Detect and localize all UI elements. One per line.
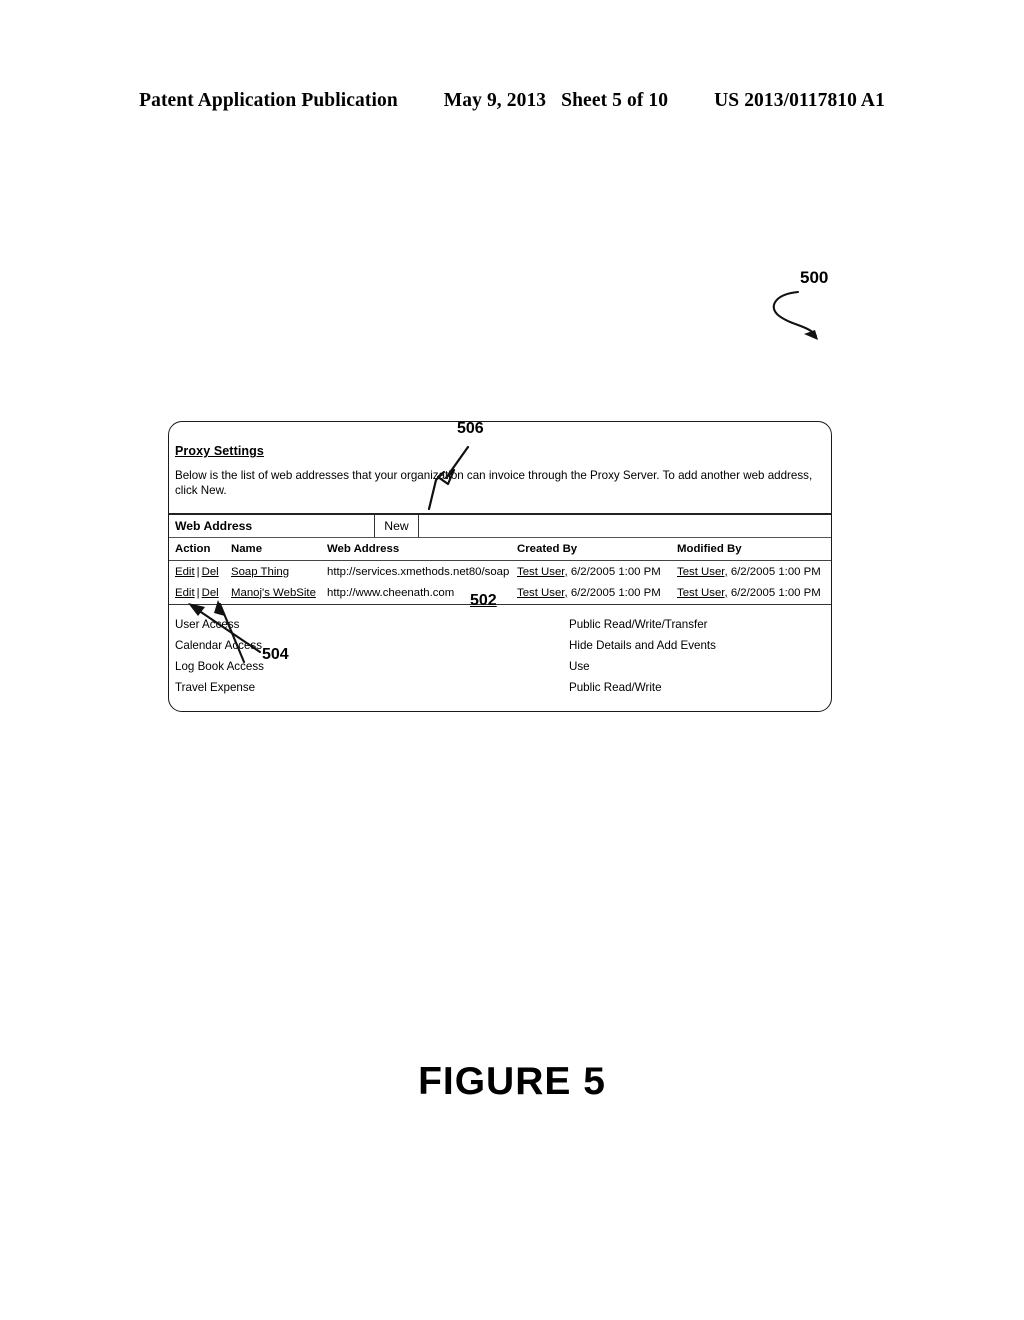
reference-numeral-502-label: 502 xyxy=(470,592,497,609)
reference-leader-line-506-icon xyxy=(427,445,470,511)
delete-link[interactable]: Del xyxy=(202,566,219,578)
created-by-date: 6/2/2005 1:00 PM xyxy=(570,565,661,578)
modified-by-user-link[interactable]: Test User, xyxy=(677,587,728,599)
column-header-created-by: Created By xyxy=(517,543,578,555)
permission-value: Public Read/Write/Transfer xyxy=(569,618,708,631)
patent-number: US 2013/0117810 A1 xyxy=(714,90,885,111)
list-item: Travel Expense Public Read/Write xyxy=(169,677,831,698)
modified-by-date: 6/2/2005 1:00 PM xyxy=(730,565,821,578)
reference-callout-500: 500 xyxy=(752,268,892,358)
modified-by-user-link[interactable]: Test User, xyxy=(677,566,728,578)
patent-header: Patent Application Publication May 9, 20… xyxy=(0,86,1024,116)
column-header-name: Name xyxy=(231,543,263,555)
table-row: Edit | Del Soap Thing http://services.xmet… xyxy=(169,561,831,582)
created-by-date: 6/2/2005 1:00 PM xyxy=(570,586,661,599)
reference-callout-504: 504 xyxy=(174,590,304,675)
figure-caption: FIGURE 5 xyxy=(418,1060,606,1103)
created-by-user-link[interactable]: Test User, xyxy=(517,566,568,578)
dialog-title: Proxy Settings xyxy=(175,444,264,458)
row-name-cell: Soap Thing xyxy=(231,566,327,578)
sheet-number: Sheet 5 of 10 xyxy=(561,90,669,111)
column-header-action: Action xyxy=(175,543,211,555)
permission-value: Use xyxy=(569,660,590,673)
reference-leader-line-500-icon xyxy=(772,290,818,340)
reference-callout-506: 506 xyxy=(424,420,534,530)
entry-name-link[interactable]: Soap Thing xyxy=(231,566,289,578)
row-created-by-cell: Test User, 6/2/2005 1:00 PM xyxy=(517,587,677,599)
column-header-web-address: Web Address xyxy=(327,543,400,555)
edit-link[interactable]: Edit xyxy=(175,566,195,578)
reference-leader-lines-504-icon xyxy=(188,600,262,664)
row-modified-by-cell: Test User, 6/2/2005 1:00 PM xyxy=(677,565,831,578)
permission-value: Public Read/Write xyxy=(569,681,662,694)
publication-date: May 9, 2013 xyxy=(443,90,547,111)
modified-by-date: 6/2/2005 1:00 PM xyxy=(730,586,821,599)
column-header-modified-by: Modified By xyxy=(677,543,742,555)
row-created-by-cell: Test User, 6/2/2005 1:00 PM xyxy=(517,566,677,578)
new-button[interactable]: New xyxy=(375,515,419,537)
publication-label: Patent Application Publication xyxy=(139,90,398,111)
row-modified-by-cell: Test User, 6/2/2005 1:00 PM xyxy=(677,586,831,599)
row-web-address-cell: http://services.xmethods.net80/soap xyxy=(327,565,510,578)
permission-name: Travel Expense xyxy=(175,681,256,694)
action-separator: | xyxy=(196,565,200,578)
row-action-cell: Edit | Del xyxy=(169,566,231,578)
toolbar-section-label: Web Address xyxy=(169,515,375,537)
permission-value: Hide Details and Add Events xyxy=(569,639,716,652)
grid-header-row: Action Name Web Address Created By Modif… xyxy=(169,538,831,561)
created-by-user-link[interactable]: Test User, xyxy=(517,587,568,599)
